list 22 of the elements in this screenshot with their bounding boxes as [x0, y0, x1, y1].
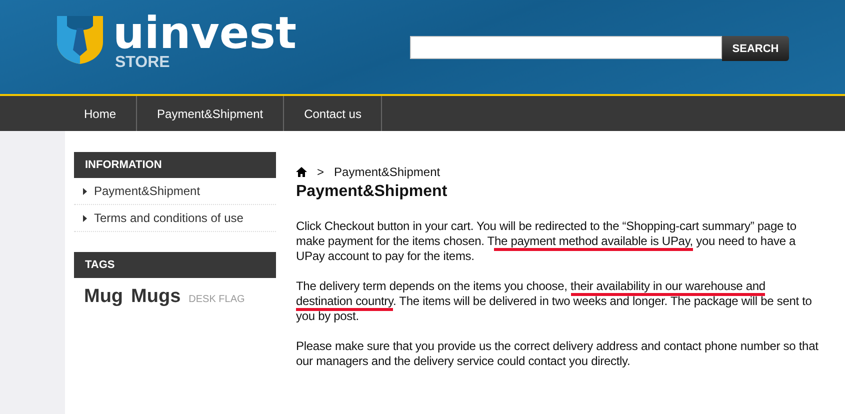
home-icon[interactable] [296, 167, 307, 177]
logo-subtitle: STORE [115, 54, 171, 72]
page-title: Payment&Shipment [296, 183, 448, 201]
sidebar-link[interactable]: Terms and conditions of use [74, 205, 276, 232]
breadcrumb-separator: > [317, 165, 324, 179]
sidebar-heading: TAGS [74, 252, 276, 278]
breadcrumb-current: Payment&Shipment [334, 165, 440, 179]
search-field[interactable] [410, 36, 722, 59]
body-paragraph: The delivery term depends on the items you choose, their availability in our warehouse and destination country. The items will be delivered in two weeks and longer. The package will be sent to you by post. [296, 279, 813, 324]
body-paragraph: Please make sure that you provide us the correct delivery address and contact phone number so that our managers and the delivery service could contact you directly. [296, 339, 820, 369]
sidebar-link[interactable]: Payment&Shipment [74, 178, 276, 205]
search-button[interactable]: SEARCH [722, 36, 789, 61]
triangle-icon [83, 214, 87, 222]
body-paragraph: Click Checkout button in your cart. You will be redirected to the “Shopping-cart summary” page to make payment for the items chosen. The payment method available is UPay, you need to have a UPay account to pay for the items. [296, 219, 798, 264]
sidebar-heading: INFORMATION [74, 152, 276, 178]
tag-link[interactable]: Mug [84, 286, 124, 308]
nav-link[interactable]: Payment&Shipment [137, 96, 284, 131]
nav-link[interactable]: Contact us [284, 96, 382, 131]
tag-link[interactable]: Mugs [131, 286, 181, 308]
logo-wordmark: uinvest [113, 14, 296, 54]
shield-logo-icon [55, 14, 105, 66]
triangle-icon [83, 188, 87, 194]
